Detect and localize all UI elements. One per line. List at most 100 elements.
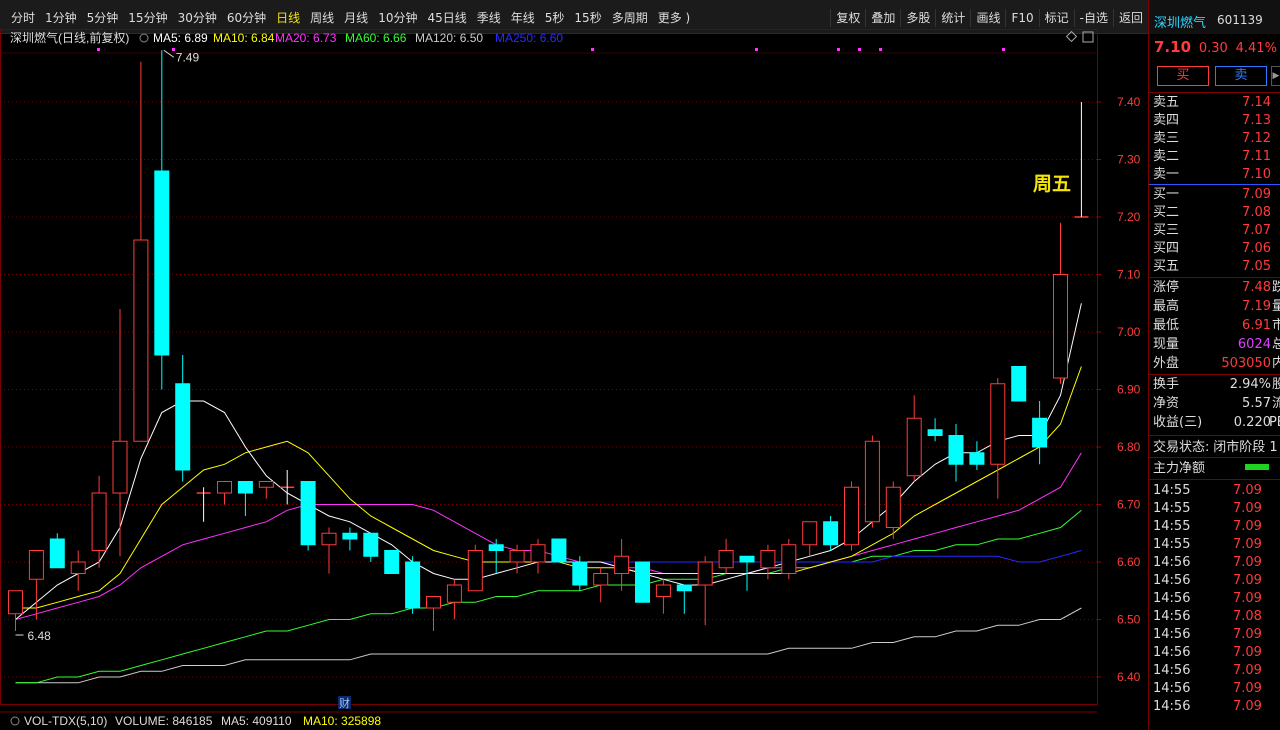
period-tab[interactable]: 多周期 <box>607 9 653 27</box>
period-tab[interactable]: 5分钟 <box>82 9 124 27</box>
candle[interactable] <box>948 424 964 482</box>
period-tab[interactable]: 年线 <box>506 9 540 27</box>
candle[interactable] <box>258 481 274 499</box>
period-tab[interactable]: 1分钟 <box>40 9 82 27</box>
tool-button[interactable]: 复权 <box>830 9 865 27</box>
event-marker[interactable] <box>755 48 758 51</box>
buy-button[interactable]: 买 <box>1157 66 1209 86</box>
candle[interactable] <box>760 544 776 580</box>
candle[interactable] <box>300 481 316 551</box>
candle[interactable] <box>363 532 379 562</box>
candle[interactable] <box>446 579 462 620</box>
bid-row[interactable]: 买一 7.09 <box>1153 186 1280 204</box>
candle[interactable] <box>906 395 922 482</box>
event-marker[interactable] <box>879 48 882 51</box>
candle[interactable] <box>384 550 400 574</box>
bid-row[interactable]: 买三 7.07 <box>1153 222 1280 240</box>
period-tab[interactable]: 周线 <box>305 9 339 27</box>
candle[interactable] <box>237 481 253 517</box>
event-marker[interactable] <box>1002 48 1005 51</box>
candle[interactable] <box>593 567 609 603</box>
candle[interactable] <box>1032 401 1048 465</box>
ask-row[interactable]: 卖一 7.10 <box>1153 166 1280 184</box>
candle[interactable] <box>321 527 337 574</box>
event-marker[interactable] <box>858 48 861 51</box>
candle[interactable] <box>133 61 149 442</box>
candle[interactable] <box>844 481 859 551</box>
candle[interactable] <box>635 561 650 603</box>
candle[interactable] <box>70 550 86 591</box>
candle[interactable] <box>927 418 943 442</box>
candle[interactable] <box>1053 222 1068 384</box>
diamond-icon[interactable] <box>1065 30 1078 43</box>
tool-button[interactable]: F10 <box>1005 9 1038 27</box>
settings-icon[interactable] <box>139 33 149 43</box>
candle[interactable] <box>969 441 985 470</box>
candle[interactable] <box>614 539 630 591</box>
tool-button[interactable]: 叠加 <box>865 9 900 27</box>
event-marker[interactable] <box>591 48 594 51</box>
candle[interactable] <box>655 579 671 614</box>
tool-button[interactable]: 画线 <box>970 9 1005 27</box>
candle[interactable] <box>342 527 358 551</box>
period-tab[interactable]: 分时 <box>6 9 40 27</box>
ask-row[interactable]: 卖四 7.13 <box>1153 112 1280 130</box>
period-tab[interactable]: 季线 <box>472 9 506 27</box>
period-tab[interactable]: 更多 ) <box>653 9 696 27</box>
period-tab[interactable]: 15分钟 <box>123 9 172 27</box>
candle[interactable] <box>467 544 483 592</box>
sell-button[interactable]: 卖 <box>1215 66 1267 86</box>
candle[interactable] <box>802 521 818 557</box>
period-tab[interactable]: 15秒 <box>569 9 606 27</box>
candle[interactable] <box>864 435 880 528</box>
tick-list[interactable]: 14:55 7.09 14:55 7.09 14:55 7.09 14:55 7.09 14:5… <box>1149 482 1280 716</box>
tool-button[interactable]: 返回 <box>1112 9 1148 27</box>
candle[interactable] <box>175 355 191 482</box>
period-tab[interactable]: 5秒 <box>540 9 570 27</box>
bid-row[interactable]: 买四 7.06 <box>1153 240 1280 258</box>
kline-chart[interactable]: 深圳燃气(日线,前复权) MA5: 6.89 MA10: 6.84 MA20: 6.7… <box>0 29 1148 730</box>
period-tab[interactable]: 日线 <box>271 9 305 27</box>
candle[interactable] <box>676 584 692 614</box>
event-marker[interactable] <box>97 48 100 51</box>
bid-row[interactable]: 买五 7.05 <box>1153 258 1280 276</box>
period-tab[interactable]: 月线 <box>339 9 373 27</box>
tool-button[interactable]: 标记 <box>1038 9 1074 27</box>
event-marker[interactable] <box>172 48 175 51</box>
candle[interactable] <box>718 539 734 574</box>
candle[interactable] <box>8 590 23 631</box>
candle[interactable] <box>49 533 65 569</box>
candle[interactable] <box>1011 366 1027 402</box>
kline-chart-svg[interactable]: 深圳燃气(日线,前复权) MA5: 6.89 MA10: 6.84 MA20: 6.7… <box>0 29 1148 730</box>
candle[interactable] <box>781 539 797 580</box>
candle[interactable] <box>28 550 44 620</box>
candle[interactable] <box>990 378 1006 499</box>
candle[interactable] <box>885 481 901 540</box>
candle[interactable] <box>530 539 546 574</box>
candle[interactable] <box>426 596 441 632</box>
tool-button[interactable]: 多股 <box>900 9 935 27</box>
candle[interactable] <box>551 538 567 563</box>
ask-row[interactable]: 卖五 7.14 <box>1153 94 1280 112</box>
period-tab[interactable]: 60分钟 <box>222 9 271 27</box>
candle[interactable] <box>280 470 295 505</box>
period-tab[interactable]: 45日线 <box>422 9 471 27</box>
candle[interactable] <box>572 556 588 591</box>
bid-row[interactable]: 买二 7.08 <box>1153 204 1280 222</box>
ask-row[interactable]: 卖二 7.11 <box>1153 148 1280 166</box>
candle[interactable] <box>112 309 128 557</box>
candle[interactable] <box>823 516 839 551</box>
period-tab[interactable]: 30分钟 <box>173 9 222 27</box>
period-tab[interactable]: 10分钟 <box>373 9 422 27</box>
stock-name[interactable]: 深圳燃气 <box>1154 12 1206 31</box>
tool-button[interactable]: -自选 <box>1073 9 1113 27</box>
candle[interactable] <box>217 481 232 505</box>
candle[interactable] <box>405 556 421 614</box>
event-marker[interactable] <box>837 48 840 51</box>
candle[interactable] <box>154 50 170 390</box>
volume-settings-icon[interactable] <box>10 716 20 726</box>
candle[interactable] <box>488 539 504 574</box>
tool-button[interactable]: 统计 <box>935 9 970 27</box>
maximize-icon[interactable] <box>1082 31 1094 43</box>
ask-row[interactable]: 卖三 7.12 <box>1153 130 1280 148</box>
